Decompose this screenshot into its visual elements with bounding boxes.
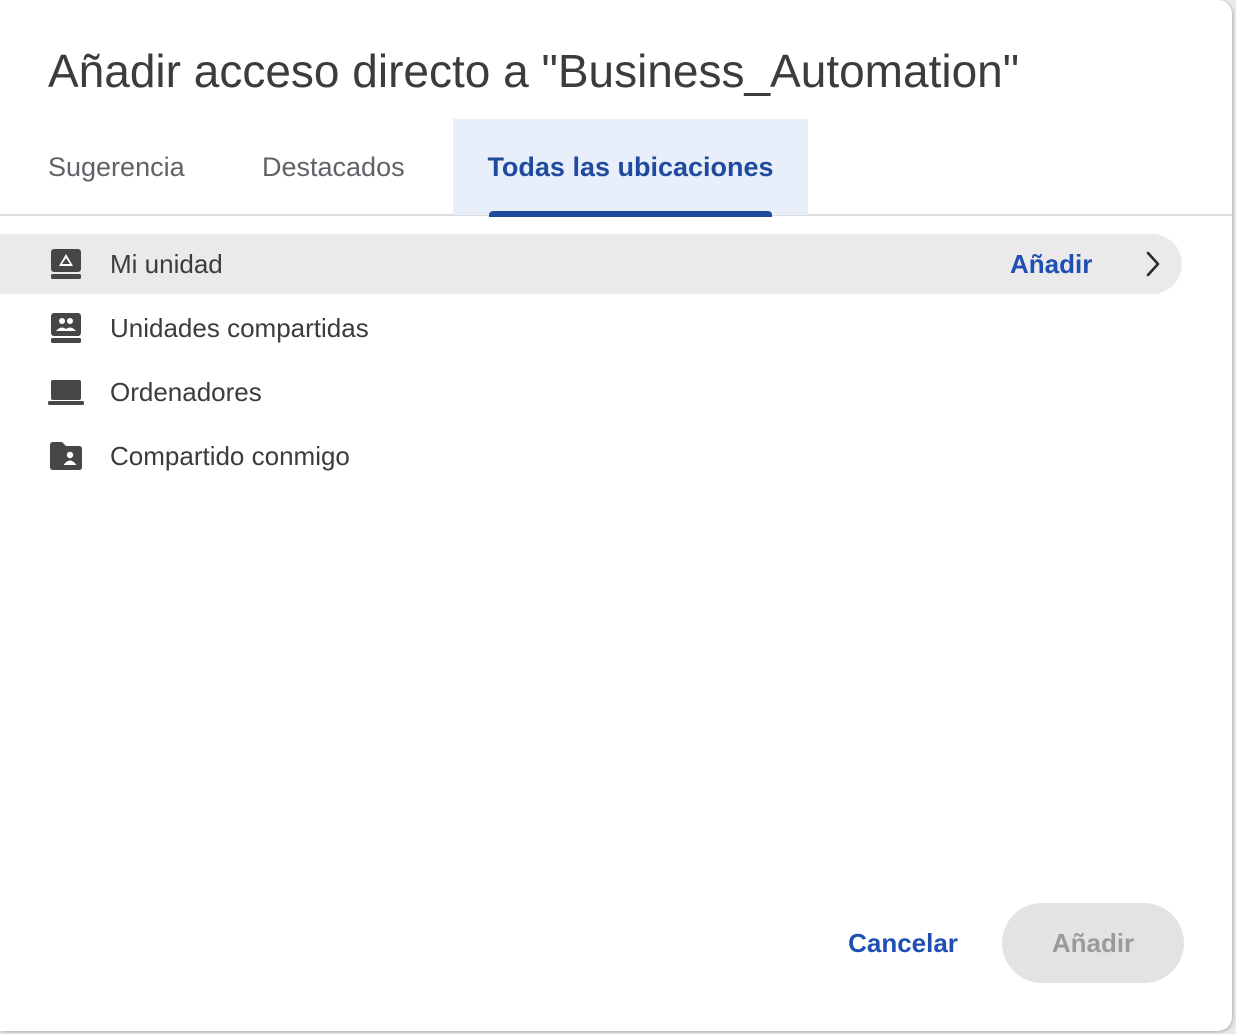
dialog-title: Añadir acceso directo a "Business_Automa… — [48, 45, 1020, 97]
location-tabs: Sugerencia Destacados Todas las ubicacio… — [0, 119, 1232, 217]
tab-todas-las-ubicaciones[interactable]: Todas las ubicaciones — [453, 119, 808, 217]
location-item-computers[interactable]: Ordenadores — [0, 362, 1232, 422]
location-item-shared-with-me[interactable]: Compartido conmigo — [0, 426, 1232, 486]
tab-label: Todas las ubicaciones — [487, 151, 774, 182]
add-here-button[interactable]: Añadir — [1010, 249, 1092, 280]
my-drive-icon — [48, 246, 84, 282]
tab-sugerencia[interactable]: Sugerencia — [48, 119, 198, 215]
location-label: Unidades compartidas — [110, 312, 369, 343]
computers-icon — [48, 374, 84, 410]
tab-destacados[interactable]: Destacados — [262, 119, 422, 215]
active-tab-indicator — [489, 211, 772, 217]
location-label: Compartido conmigo — [110, 440, 350, 471]
location-label: Ordenadores — [110, 376, 262, 407]
locations-list: Mi unidad Añadir Unidades compartidas Or… — [0, 234, 1232, 490]
add-button[interactable]: Añadir — [1002, 903, 1184, 983]
shared-with-me-icon — [48, 438, 84, 474]
shared-drives-icon — [48, 310, 84, 346]
chevron-right-icon[interactable] — [1140, 249, 1166, 279]
add-shortcut-dialog: Añadir acceso directo a "Business_Automa… — [0, 0, 1232, 1031]
location-label: Mi unidad — [110, 248, 223, 279]
location-item-my-drive[interactable]: Mi unidad Añadir — [0, 234, 1182, 294]
location-item-shared-drives[interactable]: Unidades compartidas — [0, 298, 1232, 358]
cancel-button[interactable]: Cancelar — [830, 910, 976, 976]
